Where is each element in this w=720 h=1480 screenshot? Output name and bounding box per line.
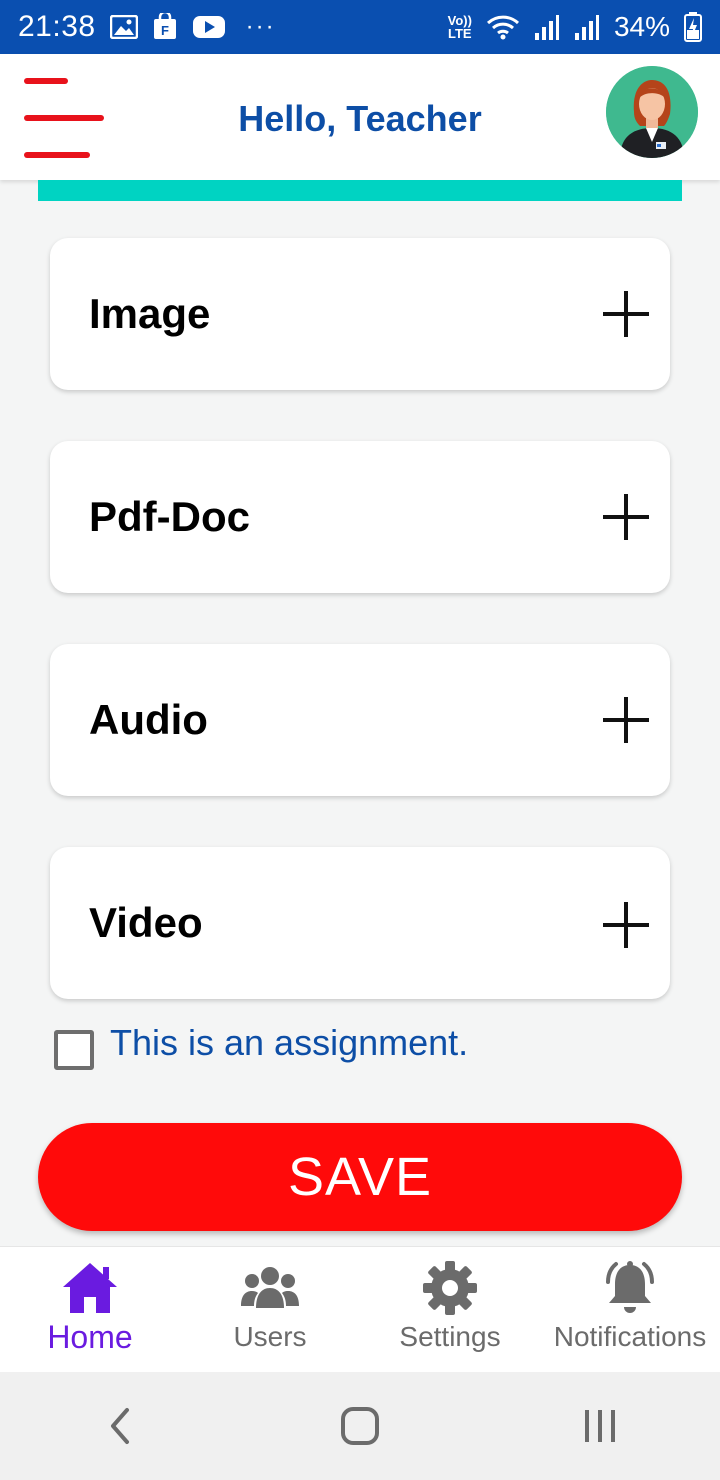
pdf-doc-card[interactable]: Pdf-Doc <box>50 441 670 593</box>
add-pdf-doc-plus-icon[interactable] <box>602 493 650 541</box>
video-label: Video <box>89 899 203 946</box>
add-audio-plus-icon[interactable] <box>602 696 650 744</box>
volte-indicator: Vo)) LTE <box>448 14 472 40</box>
lte-label: LTE <box>448 26 472 41</box>
home-system-button[interactable] <box>320 1396 400 1456</box>
assignment-checkbox[interactable] <box>54 1030 94 1070</box>
svg-text:F: F <box>161 23 169 38</box>
image-label: Image <box>89 290 211 337</box>
system-navigation-bar <box>0 1372 720 1480</box>
recents-button[interactable] <box>560 1396 640 1456</box>
more-notifications-indicator: ··· <box>245 13 276 40</box>
menu-line-bottom <box>24 152 90 158</box>
nav-label-home: Home <box>47 1319 133 1355</box>
nav-item-home[interactable]: Home <box>0 1247 180 1373</box>
status-left: 21:38 F ··· <box>18 10 276 44</box>
nav-label-notifications: Notifications <box>553 1321 707 1352</box>
wifi-icon <box>486 13 520 41</box>
nav-item-settings[interactable]: Settings <box>360 1247 540 1373</box>
app-header: Hello, Teacher <box>0 54 720 180</box>
status-right: Vo)) LTE 34% <box>448 11 702 43</box>
back-chevron-icon <box>111 1408 129 1444</box>
nav-label-users: Users <box>233 1321 307 1352</box>
assignment-label: This is an assignment. <box>110 1022 469 1063</box>
save-button[interactable]: SAVE <box>38 1123 682 1231</box>
gear-icon <box>420 1261 480 1315</box>
gallery-icon <box>109 15 138 39</box>
accent-strip <box>38 180 682 201</box>
status-time: 21:38 <box>18 10 96 43</box>
nav-item-users[interactable]: Users <box>180 1247 360 1373</box>
audio-card[interactable]: Audio <box>50 644 670 796</box>
battery-charging-icon <box>684 12 702 42</box>
back-button[interactable] <box>80 1396 160 1456</box>
audio-label: Audio <box>89 696 208 743</box>
battery-percentage: 34% <box>613 11 670 42</box>
status-bar: 21:38 F ··· Vo)) LTE 34% <box>0 0 720 54</box>
nav-item-notifications[interactable]: Notifications <box>540 1247 720 1373</box>
signal-icon-2 <box>574 13 600 41</box>
nav-label-settings: Settings <box>399 1321 501 1352</box>
assignment-row: This is an assignment. <box>54 1022 468 1070</box>
signal-icon-1 <box>534 13 560 41</box>
add-video-plus-icon[interactable] <box>602 901 650 949</box>
bottom-navigation: Home Users Settings Notifications <box>0 1246 720 1372</box>
image-card[interactable]: Image <box>50 238 670 390</box>
home-square-icon <box>341 1407 379 1445</box>
video-card[interactable]: Video <box>50 847 670 999</box>
bell-icon <box>600 1261 660 1315</box>
users-icon <box>240 1261 300 1315</box>
store-icon: F <box>152 13 178 41</box>
teacher-avatar-icon <box>606 66 698 158</box>
add-image-plus-icon[interactable] <box>602 290 650 338</box>
avatar[interactable] <box>606 66 698 158</box>
pdf-doc-label: Pdf-Doc <box>89 493 250 540</box>
menu-line-top <box>24 78 68 84</box>
youtube-icon <box>192 15 226 39</box>
recents-icon <box>585 1410 615 1442</box>
home-icon <box>60 1261 120 1315</box>
